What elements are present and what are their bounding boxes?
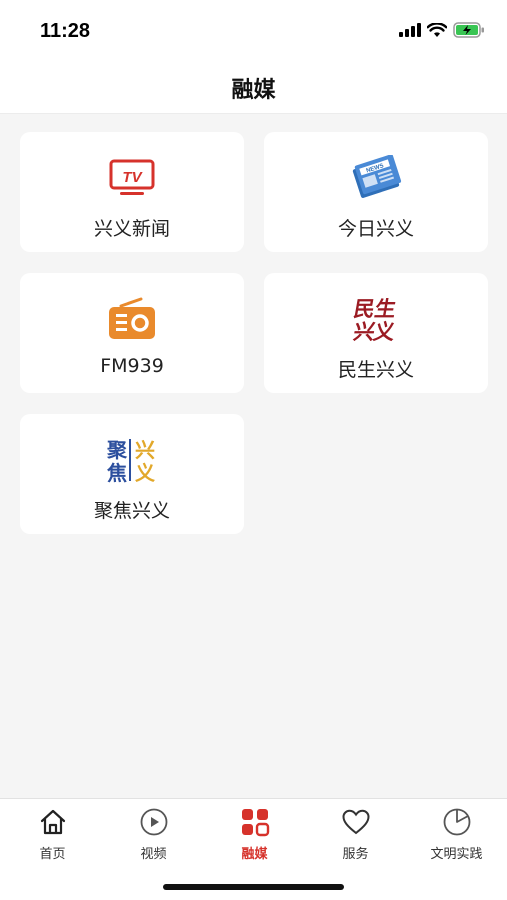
heart-icon [305,805,406,839]
card-fm939[interactable]: FM939 [20,273,244,393]
tab-civilization[interactable]: 文明实践 [406,805,507,865]
card-label: 今日兴义 [337,218,414,240]
jujiao-logo: 聚 焦 兴 义 [20,436,244,485]
tab-label: 融媒 [241,847,268,862]
play-icon [103,805,204,839]
card-xingyi-news[interactable]: TV 兴义新闻 [20,132,244,252]
svg-text:兴: 兴 [135,438,155,462]
grid-icon [204,805,305,839]
card-jujiao-xingyi[interactable]: 聚 焦 兴 义 聚焦兴义 [20,414,244,534]
home-indicator [163,884,344,890]
svg-text:生: 生 [373,296,398,321]
nav-bar: 融媒 [0,62,507,114]
minsheng-logo: 民 生 兴 义 [264,295,488,344]
pie-icon [406,805,507,839]
battery-charging-icon [453,22,484,38]
tab-media[interactable]: 融媒 [204,805,305,865]
card-label: 兴义新闻 [93,218,170,240]
card-today-xingyi[interactable]: NEWS 今日兴义 [264,132,488,252]
tab-video[interactable]: 视频 [103,805,204,865]
tab-services[interactable]: 服务 [305,805,406,865]
svg-text:义: 义 [135,461,155,485]
tab-label: 服务 [342,847,369,862]
card-label: 聚焦兴义 [93,500,170,522]
wifi-icon [427,22,447,37]
tab-label: 视频 [140,847,167,862]
newspaper-icon: NEWS [264,154,488,202]
svg-text:义: 义 [372,319,398,344]
card-minsheng-xingyi[interactable]: 民 生 兴 义 民生兴义 [264,273,488,393]
tv-icon: TV [20,154,244,202]
signal-icon [399,23,421,37]
media-grid: TV 兴义新闻 NEWS 今日兴义 FM939 民 生 兴 义 民生兴义 聚 焦… [0,115,507,798]
tab-label: 文明实践 [430,847,483,862]
status-bar: 11:28 [0,0,507,62]
page-title: 融媒 [231,77,276,103]
svg-text:聚: 聚 [106,438,128,462]
svg-text:焦: 焦 [107,461,127,485]
home-icon [2,805,103,839]
tab-home[interactable]: 首页 [2,805,103,865]
radio-icon [20,295,244,343]
tab-label: 首页 [39,847,66,862]
card-label: 民生兴义 [337,359,414,381]
card-label: FM939 [100,355,164,377]
status-icons [399,22,485,38]
status-time: 11:28 [40,20,91,42]
tv-icon-text: TV [122,169,143,186]
